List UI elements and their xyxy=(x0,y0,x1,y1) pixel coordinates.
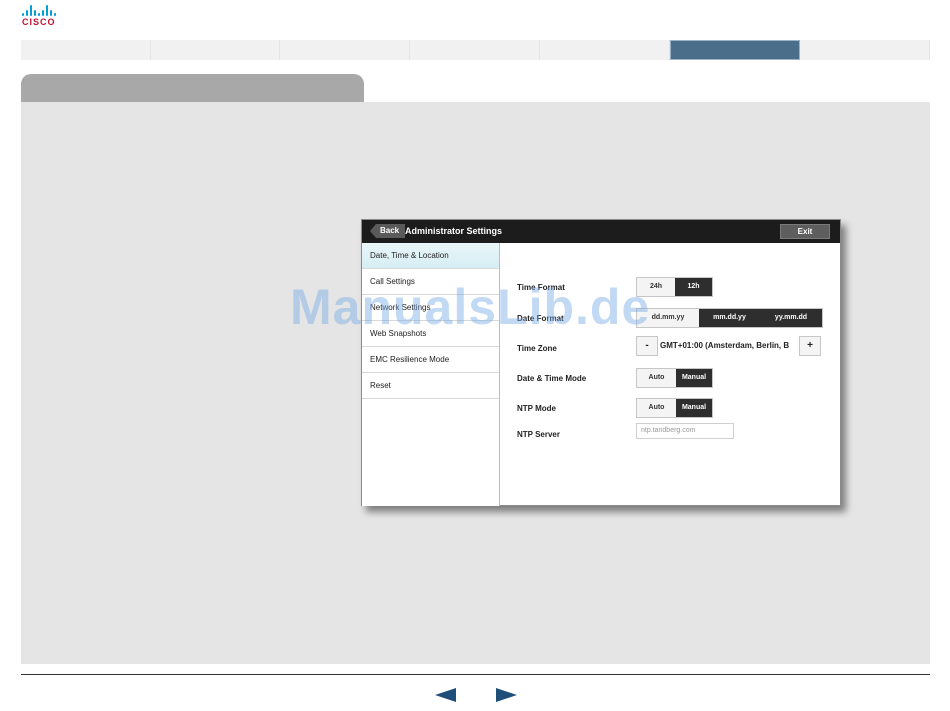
device-title: Administrator Settings xyxy=(405,226,503,236)
date-time-mode-label: Date & Time Mode xyxy=(517,374,587,383)
ntp-mode-toggle: Auto Manual xyxy=(636,398,713,418)
nav-tab-4[interactable] xyxy=(410,40,540,60)
menu-item-emc-resilience[interactable]: EMC Resilience Mode xyxy=(362,347,499,373)
arrow-left-icon[interactable] xyxy=(435,688,456,702)
exit-button[interactable]: Exit xyxy=(780,224,830,239)
device-screenshot: Back Administrator Settings Exit Date, T… xyxy=(361,219,841,506)
nav-tab-2[interactable] xyxy=(151,40,281,60)
nav-tab-7[interactable] xyxy=(800,40,931,60)
arrow-right-icon[interactable] xyxy=(496,688,517,702)
time-format-12h[interactable]: 12h xyxy=(675,278,712,296)
device-title-bar: Back Administrator Settings Exit xyxy=(362,220,840,243)
nav-tab-6-active[interactable] xyxy=(669,40,801,60)
ntp-mode-label: NTP Mode xyxy=(517,404,556,413)
date-format-yy-mm-dd[interactable]: yy.mm.dd xyxy=(760,309,822,327)
nav-tab-1[interactable] xyxy=(21,40,151,60)
cisco-wordmark: CISCO xyxy=(22,17,56,27)
back-button[interactable]: Back xyxy=(370,224,406,238)
time-zone-minus-button[interactable]: - xyxy=(636,336,658,356)
top-nav xyxy=(21,40,931,60)
time-zone-label: Time Zone xyxy=(517,344,557,353)
time-zone-value: GMT+01:00 (Amsterdam, Berlin, B xyxy=(660,341,790,350)
menu-item-date-time[interactable]: Date, Time & Location xyxy=(362,243,499,269)
date-time-mode-auto[interactable]: Auto xyxy=(637,369,676,387)
nav-tab-3[interactable] xyxy=(280,40,411,60)
date-format-toggle: dd.mm.yy mm.dd.yy yy.mm.dd xyxy=(636,308,823,328)
ntp-server-input[interactable]: ntp.tandberg.com xyxy=(636,423,734,439)
ntp-mode-manual[interactable]: Manual xyxy=(676,399,712,417)
nav-tab-5[interactable] xyxy=(540,40,670,60)
ntp-server-label: NTP Server xyxy=(517,430,560,439)
cisco-bars-icon xyxy=(22,5,68,16)
footer-divider xyxy=(21,674,930,675)
section-header-tab xyxy=(21,74,364,102)
manual-page: CISCO Back Administrator Settings Exit D… xyxy=(0,0,950,711)
time-zone-control: - GMT+01:00 (Amsterdam, Berlin, B + xyxy=(636,336,821,356)
date-time-mode-manual[interactable]: Manual xyxy=(676,369,712,387)
date-format-mm-dd-yy[interactable]: mm.dd.yy xyxy=(699,309,760,327)
date-time-mode-toggle: Auto Manual xyxy=(636,368,713,388)
cisco-logo: CISCO xyxy=(22,5,68,27)
watermark: ManualsLib.de xyxy=(290,279,651,335)
menu-item-reset[interactable]: Reset xyxy=(362,373,499,399)
time-zone-plus-button[interactable]: + xyxy=(799,336,821,356)
ntp-mode-auto[interactable]: Auto xyxy=(637,399,676,417)
